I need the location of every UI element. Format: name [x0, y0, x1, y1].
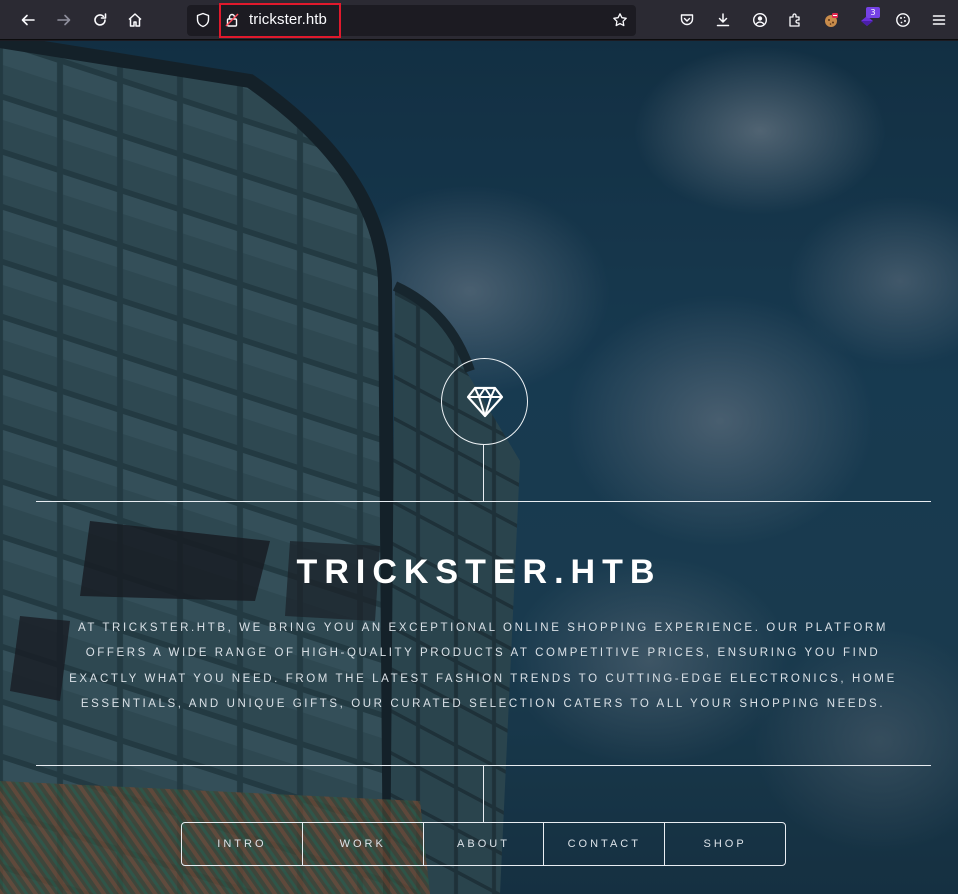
reload-icon	[94, 13, 107, 26]
nav-about[interactable]: ABOUT	[424, 823, 545, 865]
account-icon	[752, 12, 768, 28]
home-button[interactable]	[121, 6, 149, 34]
cookie-extension-button[interactable]	[889, 6, 917, 34]
pocket-button[interactable]	[673, 6, 701, 34]
shield-icon	[196, 12, 210, 28]
nav-work[interactable]: WORK	[303, 823, 424, 865]
insecure-lock-icon	[225, 13, 239, 27]
url-text[interactable]: trickster.htb	[249, 11, 327, 28]
background-overlay	[0, 41, 958, 894]
nav-intro[interactable]: INTRO	[182, 823, 303, 865]
extension-badge: 3	[866, 7, 880, 18]
top-divider	[36, 501, 931, 502]
forward-arrow-icon	[57, 14, 71, 26]
back-button[interactable]	[14, 6, 42, 34]
cookie-editor-extension-button[interactable]	[817, 6, 845, 34]
menu-icon	[932, 15, 946, 25]
logo-connector-line	[483, 444, 484, 501]
app-menu-button[interactable]	[925, 6, 953, 34]
home-icon	[128, 13, 142, 27]
bookmark-star-icon	[613, 13, 627, 27]
nav-contact[interactable]: CONTACT	[544, 823, 666, 865]
nav-connector-line	[483, 766, 484, 822]
reload-button[interactable]	[86, 6, 114, 34]
logo	[441, 358, 528, 445]
site-info-button[interactable]	[218, 6, 246, 34]
site-description: At Trickster.htb, we bring you an except…	[69, 622, 897, 710]
download-icon	[716, 13, 730, 27]
forward-button[interactable]	[50, 6, 78, 34]
tracking-protection-button[interactable]	[189, 6, 217, 34]
back-arrow-icon	[21, 14, 35, 26]
account-button[interactable]	[746, 6, 774, 34]
site-title: TRICKSTER.HTB	[296, 553, 662, 591]
hero-section: TRICKSTER.HTB At Trickster.htb, we bring…	[0, 41, 958, 894]
main-nav: INTRO WORK ABOUT CONTACT SHOP	[181, 822, 786, 866]
browser-toolbar: trickster.htb 3	[0, 0, 958, 40]
extension-cookie-icon	[825, 13, 838, 27]
bookmark-button[interactable]	[606, 6, 634, 34]
nav-shop[interactable]: SHOP	[665, 823, 785, 865]
pocket-icon	[680, 14, 694, 26]
diamond-icon	[466, 386, 503, 417]
extensions-button[interactable]	[781, 6, 809, 34]
cookie-icon	[896, 13, 910, 27]
extensions-icon	[789, 13, 800, 27]
downloads-button[interactable]	[709, 6, 737, 34]
